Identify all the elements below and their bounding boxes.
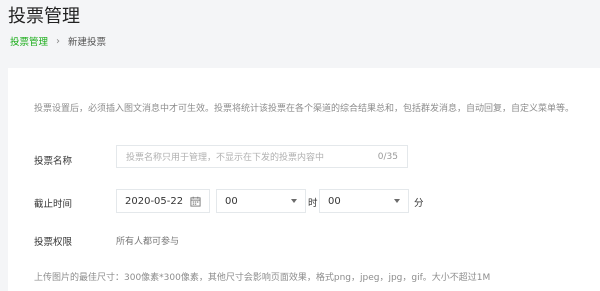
upload-size-hint: 上传图片的最佳尺寸：300像素*300像素，其他尺寸会影响页面效果，格式png，… (34, 273, 491, 283)
vote-name-counter: 0/35 (377, 151, 398, 162)
page-title: 投票管理 (8, 6, 80, 27)
deadline-label: 截止时间 (34, 199, 73, 210)
deadline-minute-value: 00 (328, 195, 341, 207)
deadline-minute-select[interactable]: 00 (319, 189, 409, 213)
breadcrumb-separator: › (56, 35, 61, 47)
permission-label: 投票权限 (34, 237, 73, 248)
hour-unit-label: 时 (308, 198, 318, 209)
chevron-down-icon (394, 199, 400, 203)
permission-value: 所有人都可参与 (116, 237, 180, 247)
deadline-hour-select[interactable]: 00 (216, 189, 306, 213)
deadline-hour-value: 00 (225, 195, 238, 207)
vote-name-label: 投票名称 (34, 156, 73, 167)
deadline-date-picker[interactable]: 2020-05-22 (116, 189, 210, 213)
calendar-icon (190, 196, 201, 207)
form-notice: 投票设置后，必须插入图文消息中才可生效。投票将统计该投票在各个渠道的综合结果总和… (34, 104, 575, 114)
breadcrumb-link-vote-management[interactable]: 投票管理 (10, 34, 48, 48)
vote-name-input[interactable]: 投票名称只用于管理，不显示在下发的投票内容中 0/35 (116, 145, 408, 168)
vote-name-placeholder: 投票名称只用于管理，不显示在下发的投票内容中 (126, 153, 325, 163)
chevron-down-icon (291, 199, 297, 203)
breadcrumb-current: 新建投票 (68, 37, 107, 48)
vote-form-card: 投票设置后，必须插入图文消息中才可生效。投票将统计该投票在各个渠道的综合结果总和… (8, 68, 600, 291)
breadcrumb: 投票管理 › 新建投票 (10, 34, 107, 49)
deadline-date-value: 2020-05-22 (125, 195, 184, 207)
minute-unit-label: 分 (414, 198, 424, 209)
